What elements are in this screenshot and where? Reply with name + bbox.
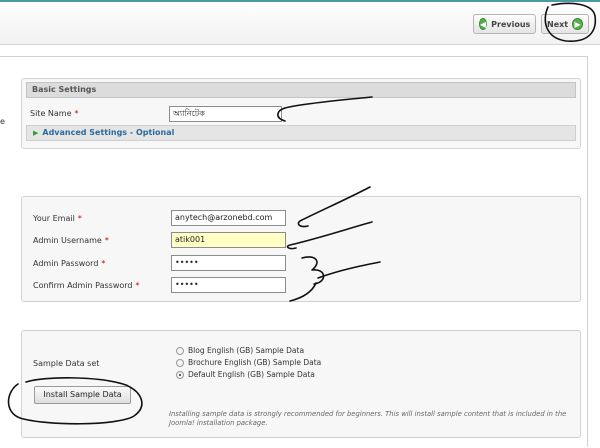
radio-button[interactable] xyxy=(176,346,184,355)
triangle-right-icon: ▶ xyxy=(33,129,39,137)
required-mark: * xyxy=(101,259,106,268)
required-mark: * xyxy=(74,109,79,118)
confirm-password-label: Confirm Admin Password * xyxy=(33,281,139,290)
accent-line xyxy=(0,0,600,2)
confirm-password-label-text: Confirm Admin Password xyxy=(33,281,133,290)
basic-settings-header: Basic Settings xyxy=(26,82,576,98)
email-input[interactable]: anytech@arzonebd.com xyxy=(171,210,286,226)
sample-data-label: Sample Data set xyxy=(33,359,100,368)
sample-option-brochure[interactable]: Brochure English (GB) Sample Data xyxy=(176,358,321,367)
required-mark: * xyxy=(135,281,140,290)
toolbar: ◀ Previous Next ▶ xyxy=(0,0,600,45)
basic-settings-fieldset: Basic Settings Site Name * অ্যানিটেক ▶ Adv… xyxy=(21,78,581,149)
next-label: Next xyxy=(547,19,569,29)
site-name-input[interactable]: অ্যানিটেক xyxy=(169,106,282,122)
password-input[interactable]: ••••• xyxy=(171,255,286,271)
sample-option-blog[interactable]: Blog English (GB) Sample Data xyxy=(176,346,304,355)
radio-button[interactable] xyxy=(176,358,184,367)
sample-option-label: Blog English (GB) Sample Data xyxy=(188,346,305,355)
advanced-settings-label: Advanced Settings - Optional xyxy=(42,128,175,137)
username-input[interactable]: atik001 xyxy=(171,232,286,248)
arrow-right-circle-icon: ▶ xyxy=(572,18,583,30)
arrow-left-circle-icon: ◀ xyxy=(479,18,488,30)
admin-settings-fieldset: Your Email * anytech@arzonebd.com Admin U… xyxy=(21,196,581,302)
install-sample-data-button[interactable]: Install Sample Data xyxy=(34,386,131,404)
required-mark: * xyxy=(77,214,82,223)
sample-option-default[interactable]: Default English (GB) Sample Data xyxy=(176,370,315,379)
sample-data-fieldset: Sample Data set Blog English (GB) Sample… xyxy=(21,330,581,438)
truncated-side-text: e xyxy=(0,117,5,126)
radio-button-selected[interactable] xyxy=(176,370,184,379)
sample-option-label: Brochure English (GB) Sample Data xyxy=(188,358,322,367)
next-button[interactable]: Next ▶ xyxy=(541,14,589,34)
previous-label: Previous xyxy=(491,19,531,29)
previous-button[interactable]: ◀ Previous xyxy=(473,14,536,34)
advanced-settings-toggle[interactable]: ▶ Advanced Settings - Optional xyxy=(26,125,576,141)
username-label: Admin Username * xyxy=(33,236,109,245)
confirm-password-input[interactable]: ••••• xyxy=(171,277,286,293)
sample-data-note: Installing sample data is strongly recom… xyxy=(169,410,567,427)
email-label: Your Email * xyxy=(33,214,82,223)
site-name-label-text: Site Name xyxy=(30,109,72,118)
email-label-text: Your Email xyxy=(33,214,75,223)
username-label-text: Admin Username xyxy=(33,236,102,245)
password-label-text: Admin Password xyxy=(33,259,99,268)
password-label: Admin Password * xyxy=(33,259,105,268)
required-mark: * xyxy=(104,236,109,245)
site-name-label: Site Name * xyxy=(30,109,79,118)
sample-option-label: Default English (GB) Sample Data xyxy=(188,370,315,379)
